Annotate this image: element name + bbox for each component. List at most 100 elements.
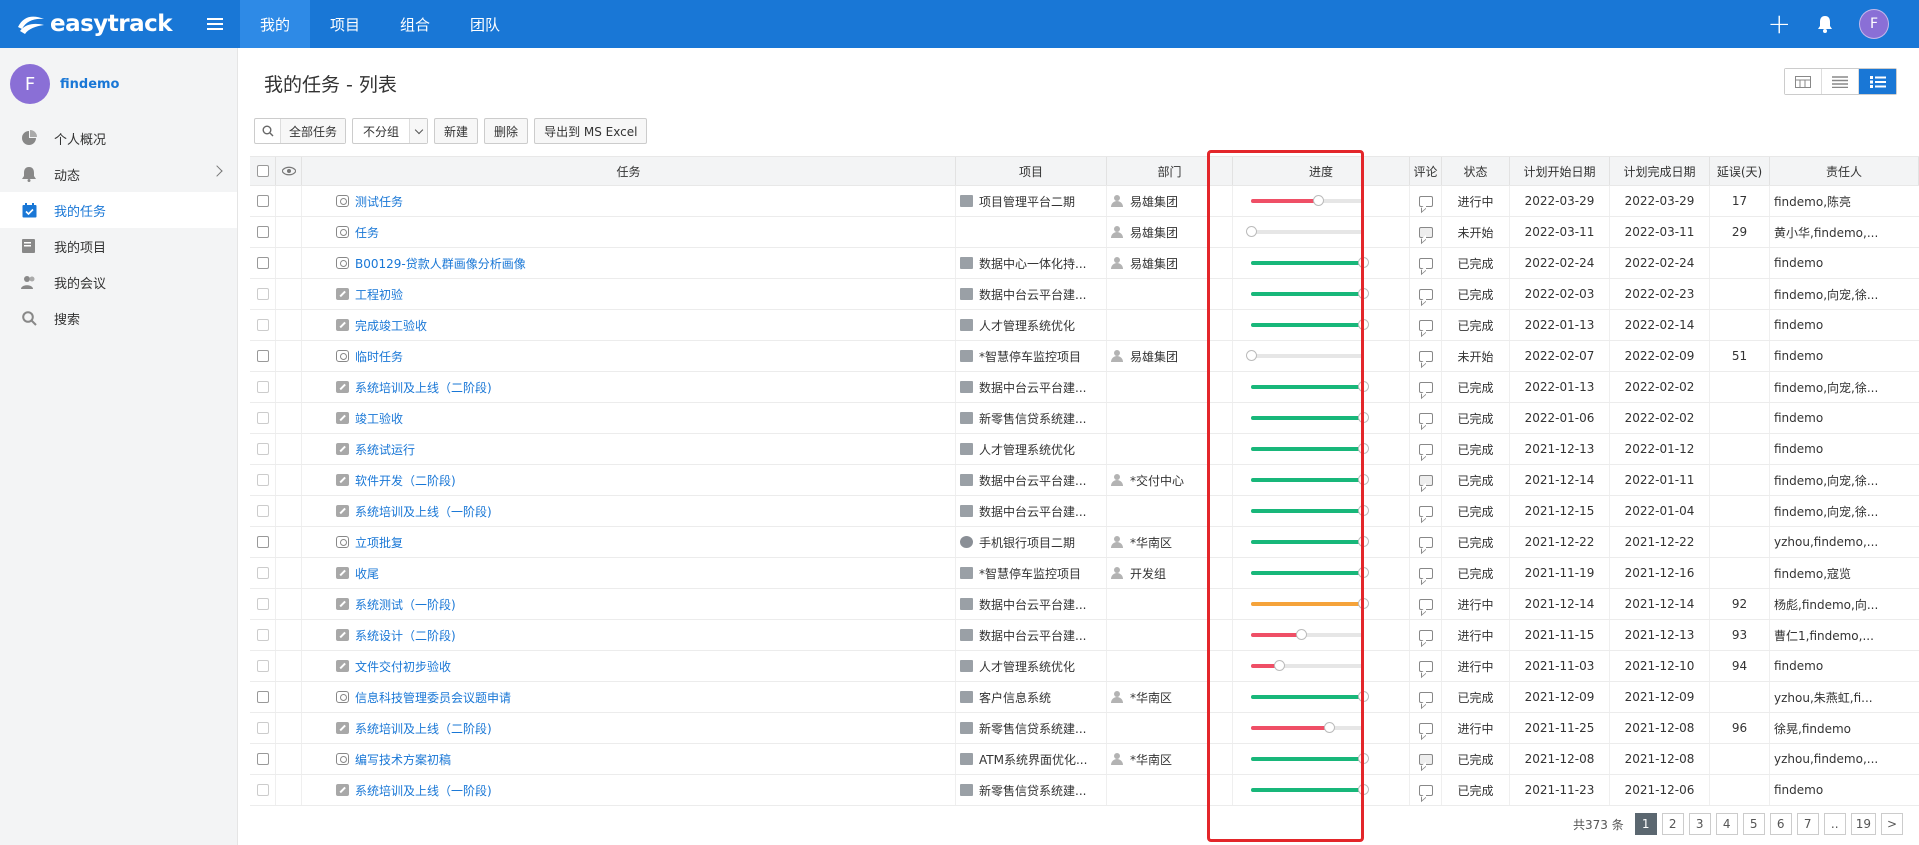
table-row[interactable]: 竣工验收 新零售信贷系统建... 已完成 2022-01-06 2022-02-02 fi…: [250, 403, 1919, 434]
task-link[interactable]: 测试任务: [355, 193, 403, 210]
page-button[interactable]: 5: [1742, 813, 1765, 835]
project-name[interactable]: *智慧停车监控项目: [979, 565, 1081, 582]
row-checkbox[interactable]: [250, 310, 276, 340]
comment-icon[interactable]: [1418, 319, 1433, 331]
comment-icon[interactable]: [1418, 257, 1433, 269]
col-start-date[interactable]: 计划开始日期: [1510, 157, 1610, 185]
task-link[interactable]: 工程初验: [355, 286, 403, 303]
comment-icon[interactable]: [1418, 536, 1433, 548]
progress-slider[interactable]: [1251, 691, 1369, 703]
eye-icon[interactable]: [276, 157, 302, 185]
comment-icon[interactable]: [1418, 691, 1433, 703]
row-checkbox[interactable]: [250, 465, 276, 495]
task-link[interactable]: 竣工验收: [355, 410, 403, 427]
progress-slider[interactable]: [1251, 598, 1369, 610]
col-task[interactable]: 任务: [302, 157, 956, 185]
progress-slider[interactable]: [1246, 226, 1365, 238]
progress-slider[interactable]: [1251, 381, 1369, 393]
project-name[interactable]: 数据中台云平台建...: [979, 627, 1086, 644]
table-row[interactable]: 编写技术方案初稿 ATM系统界面优化... *华南区 已完成 2021-12-08 202…: [250, 744, 1919, 775]
select-all-checkbox[interactable]: [250, 157, 276, 185]
row-checkbox[interactable]: [250, 620, 276, 650]
project-name[interactable]: 数据中台云平台建...: [979, 286, 1086, 303]
comment-icon[interactable]: [1418, 753, 1433, 765]
brand-logo[interactable]: easytrack: [0, 0, 190, 48]
table-row[interactable]: 软件开发（二阶段) 数据中台云平台建... *交付中心 已完成 2021-12-14 20…: [250, 465, 1919, 496]
sidebar-user[interactable]: F findemo: [0, 48, 237, 120]
task-link[interactable]: B00129-贷款人群画像分析画像: [355, 255, 526, 272]
progress-slider[interactable]: [1251, 195, 1365, 207]
page-button[interactable]: 4: [1715, 813, 1738, 835]
comment-icon[interactable]: [1418, 381, 1433, 393]
task-link[interactable]: 立项批复: [355, 534, 403, 551]
progress-slider[interactable]: [1251, 443, 1369, 455]
sidebar-item-activity[interactable]: 动态: [0, 156, 237, 192]
task-link[interactable]: 系统培训及上线（二阶段): [355, 379, 492, 396]
sidebar-item-search[interactable]: 搜索: [0, 300, 237, 336]
task-link[interactable]: 系统试运行: [355, 441, 415, 458]
table-row[interactable]: 系统培训及上线（一阶段) 数据中台云平台建... 已完成 2021-12-15 2022…: [250, 496, 1919, 527]
project-name[interactable]: 人才管理系统优化: [979, 317, 1075, 334]
comment-icon[interactable]: [1418, 288, 1433, 300]
progress-slider[interactable]: [1251, 722, 1365, 734]
comment-icon[interactable]: [1418, 226, 1433, 238]
project-name[interactable]: 数据中台云平台建...: [979, 379, 1086, 396]
project-name[interactable]: 新零售信贷系统建...: [979, 720, 1086, 737]
project-name[interactable]: 数据中心一体化持...: [979, 255, 1086, 272]
project-name[interactable]: 人才管理系统优化: [979, 658, 1075, 675]
table-row[interactable]: 临时任务 *智慧停车监控项目 易雄集团 未开始 2022-02-07 2022-02-09…: [250, 341, 1919, 372]
list-view-icon[interactable]: [1859, 69, 1896, 94]
next-page-button[interactable]: >: [1881, 813, 1903, 835]
task-link[interactable]: 完成竣工验收: [355, 317, 427, 334]
col-status[interactable]: 状态: [1442, 157, 1510, 185]
col-comment[interactable]: 评论: [1410, 157, 1442, 185]
progress-slider[interactable]: [1251, 505, 1369, 517]
task-link[interactable]: 系统测试（一阶段): [355, 596, 456, 613]
table-row[interactable]: 系统试运行 人才管理系统优化 已完成 2021-12-13 2022-01-12 find…: [250, 434, 1919, 465]
project-name[interactable]: 新零售信贷系统建...: [979, 410, 1086, 427]
task-link[interactable]: 系统培训及上线（一阶段): [355, 782, 492, 799]
progress-slider[interactable]: [1246, 350, 1365, 362]
page-button[interactable]: 19: [1850, 813, 1876, 835]
table-row[interactable]: 文件交付初步验收 人才管理系统优化 进行中 2021-11-03 2021-12-10 9…: [250, 651, 1919, 682]
nav-tab-team[interactable]: 团队: [450, 0, 520, 48]
progress-slider[interactable]: [1251, 629, 1365, 641]
comment-icon[interactable]: [1418, 722, 1433, 734]
project-name[interactable]: 手机银行项目二期: [979, 534, 1075, 551]
project-name[interactable]: 人才管理系统优化: [979, 441, 1075, 458]
col-delay[interactable]: 延误(天): [1710, 157, 1770, 185]
nav-tab-portfolio[interactable]: 组合: [380, 0, 450, 48]
row-checkbox[interactable]: [250, 434, 276, 464]
row-checkbox[interactable]: [250, 496, 276, 526]
comment-icon[interactable]: [1418, 567, 1433, 579]
nav-tab-projects[interactable]: 项目: [310, 0, 380, 48]
col-owner[interactable]: 责任人: [1770, 157, 1919, 185]
progress-slider[interactable]: [1251, 567, 1369, 579]
row-checkbox[interactable]: [250, 403, 276, 433]
table-row[interactable]: 收尾 *智慧停车监控项目 开发组 已完成 2021-11-19 2021-12-16 fin…: [250, 558, 1919, 589]
table-row[interactable]: 完成竣工验收 人才管理系统优化 已完成 2022-01-13 2022-02-14 fin…: [250, 310, 1919, 341]
progress-slider[interactable]: [1251, 288, 1369, 300]
table-row[interactable]: 任务 易雄集团 未开始 2022-03-11 2022-03-11 29 黄小华,finde…: [250, 217, 1919, 248]
task-link[interactable]: 系统培训及上线（一阶段): [355, 503, 492, 520]
row-checkbox[interactable]: [250, 744, 276, 774]
progress-slider[interactable]: [1251, 660, 1365, 672]
comment-icon[interactable]: [1418, 195, 1433, 207]
table-row[interactable]: 立项批复 手机银行项目二期 *华南区 已完成 2021-12-22 2021-12-22 y…: [250, 527, 1919, 558]
row-checkbox[interactable]: [250, 279, 276, 309]
table-row[interactable]: B00129-贷款人群画像分析画像 数据中心一体化持... 易雄集团 已完成 2022-…: [250, 248, 1919, 279]
project-name[interactable]: 客户信息系统: [979, 689, 1051, 706]
project-name[interactable]: ATM系统界面优化...: [979, 751, 1087, 768]
delete-button[interactable]: 删除: [484, 118, 529, 144]
search-icon[interactable]: [255, 119, 281, 143]
export-excel-button[interactable]: 导出到 MS Excel: [534, 118, 648, 144]
sidebar-item-my-meetings[interactable]: 我的会议: [0, 264, 237, 300]
progress-slider[interactable]: [1251, 412, 1369, 424]
project-name[interactable]: 项目管理平台二期: [979, 193, 1075, 210]
comment-icon[interactable]: [1418, 629, 1433, 641]
task-link[interactable]: 系统设计（二阶段): [355, 627, 456, 644]
task-link[interactable]: 文件交付初步验收: [355, 658, 451, 675]
sidebar-item-my-projects[interactable]: 我的项目: [0, 228, 237, 264]
table-row[interactable]: 系统测试（一阶段) 数据中台云平台建... 进行中 2021-12-14 2021-12…: [250, 589, 1919, 620]
progress-slider[interactable]: [1251, 536, 1369, 548]
